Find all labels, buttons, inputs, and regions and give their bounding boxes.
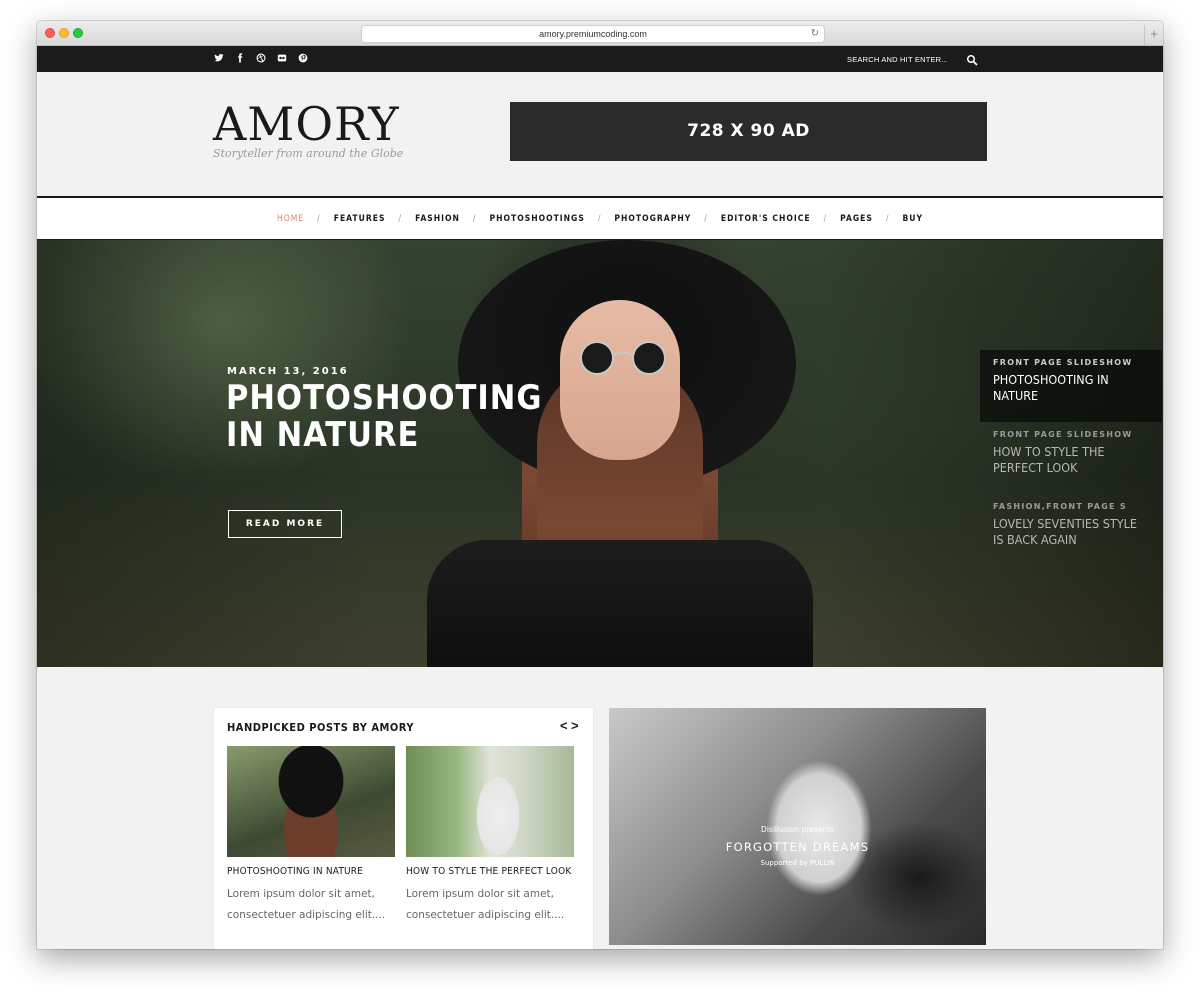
- slide-item[interactable]: FRONT PAGE SLIDESHOW PHOTOSHOOTING IN NA…: [980, 350, 1162, 422]
- facebook-icon[interactable]: [234, 53, 246, 65]
- nav-item-editor-s-choice[interactable]: EDITOR'S CHOICE: [721, 214, 811, 224]
- handpicked-posts-widget: HANDPICKED POSTS BY AMORY < > PHOTOSHOOT…: [214, 708, 593, 949]
- promo-banner[interactable]: Disillusion presents FORGOTTEN DREAMS Su…: [609, 708, 986, 945]
- widget-title: HANDPICKED POSTS BY AMORY: [227, 721, 414, 734]
- twitter-icon[interactable]: [213, 53, 225, 65]
- promo-presents: Disillusion presents: [761, 825, 834, 834]
- slide-category: FRONT PAGE SLIDESHOW: [993, 430, 1133, 439]
- nav-item-photography[interactable]: PHOTOGRAPHY: [614, 214, 691, 224]
- address-url: amory.premiumcoding.com: [539, 29, 647, 39]
- close-window-button[interactable]: [45, 28, 55, 38]
- nav-item-fashion[interactable]: FASHION: [415, 214, 460, 224]
- search-input[interactable]: [847, 52, 947, 66]
- ad-banner[interactable]: 728 X 90 AD: [510, 102, 987, 161]
- nav-separator: /: [597, 213, 602, 224]
- post-card[interactable]: HOW TO STYLE THE PERFECT LOOK Lorem ipsu…: [406, 746, 574, 926]
- browser-window: amory.premiumcoding.com ↻ + SEARCH AND H…: [37, 21, 1163, 949]
- browser-chrome: amory.premiumcoding.com ↻ +: [37, 21, 1163, 46]
- hero-title[interactable]: PHOTOSHOOTING IN NATURE: [226, 380, 556, 454]
- nav-separator: /: [317, 213, 321, 224]
- address-bar[interactable]: amory.premiumcoding.com ↻: [361, 25, 825, 43]
- search-icon[interactable]: [966, 53, 978, 66]
- new-tab-button[interactable]: +: [1144, 25, 1163, 45]
- nav-separator: /: [823, 213, 828, 224]
- nav-separator: /: [472, 213, 477, 224]
- nav-item-buy[interactable]: BUY: [902, 214, 923, 224]
- post-thumbnail[interactable]: [227, 746, 395, 857]
- site-tagline: Storyteller from around the Globe: [213, 147, 404, 160]
- slide-title: PHOTOSHOOTING IN NATURE: [993, 372, 1109, 403]
- post-thumbnail[interactable]: [406, 746, 574, 857]
- slide-category: FASHION,FRONT PAGE S: [993, 502, 1127, 511]
- nav-item-pages[interactable]: PAGES: [840, 214, 873, 224]
- post-excerpt: Lorem ipsum dolor sit amet, consectetuer…: [406, 888, 565, 921]
- maximize-window-button[interactable]: [73, 28, 83, 38]
- pinterest-icon[interactable]: [297, 53, 309, 65]
- nav-separator: /: [704, 213, 708, 224]
- post-excerpt: Lorem ipsum dolor sit amet, consectetuer…: [227, 888, 386, 921]
- slide-item[interactable]: FRONT PAGE SLIDESHOW HOW TO STYLE THE PE…: [980, 422, 1162, 494]
- slide-list: FRONT PAGE SLIDESHOW PHOTOSHOOTING IN NA…: [980, 350, 1162, 566]
- site-logo[interactable]: AMORY: [213, 98, 400, 150]
- chevron-left-icon[interactable]: <: [560, 718, 568, 733]
- slide-title: HOW TO STYLE THE PERFECT LOOK: [993, 444, 1105, 475]
- nav-item-features[interactable]: FEATURES: [334, 214, 386, 224]
- reload-icon[interactable]: ↻: [811, 26, 819, 42]
- slide-title: LOVELY SEVENTIES STYLE IS BACK AGAIN: [993, 516, 1137, 547]
- flickr-icon[interactable]: [276, 53, 288, 65]
- nav-separator: /: [885, 213, 890, 224]
- nav-item-home[interactable]: HOME: [277, 214, 304, 224]
- chevron-right-icon[interactable]: >: [571, 718, 579, 733]
- hero-slider: MARCH 13, 2016 PHOTOSHOOTING IN NATURE R…: [37, 240, 1163, 667]
- top-bar: [37, 46, 1163, 72]
- slide-category: FRONT PAGE SLIDESHOW: [993, 358, 1133, 367]
- post-title[interactable]: PHOTOSHOOTING IN NATURE: [227, 866, 395, 877]
- promo-title: FORGOTTEN DREAMS: [725, 840, 870, 854]
- post-card[interactable]: PHOTOSHOOTING IN NATURE Lorem ipsum dolo…: [227, 746, 395, 926]
- dribbble-icon[interactable]: [255, 53, 267, 65]
- main-navigation: HOME / FEATURES / FASHION / PHOTOSHOOTINGS / PHO…: [37, 196, 1163, 241]
- post-title[interactable]: HOW TO STYLE THE PERFECT LOOK: [406, 866, 574, 877]
- read-more-button[interactable]: READ MORE: [228, 510, 342, 538]
- promo-supported: Supported by PULLIN: [760, 859, 835, 867]
- nav-item-photoshootings[interactable]: PHOTOSHOOTINGS: [489, 214, 584, 224]
- minimize-window-button[interactable]: [59, 28, 69, 38]
- slide-item[interactable]: FASHION,FRONT PAGE S LOVELY SEVENTIES ST…: [980, 494, 1162, 566]
- hero-date: MARCH 13, 2016: [227, 366, 349, 377]
- social-links: [213, 53, 309, 65]
- nav-separator: /: [398, 213, 403, 224]
